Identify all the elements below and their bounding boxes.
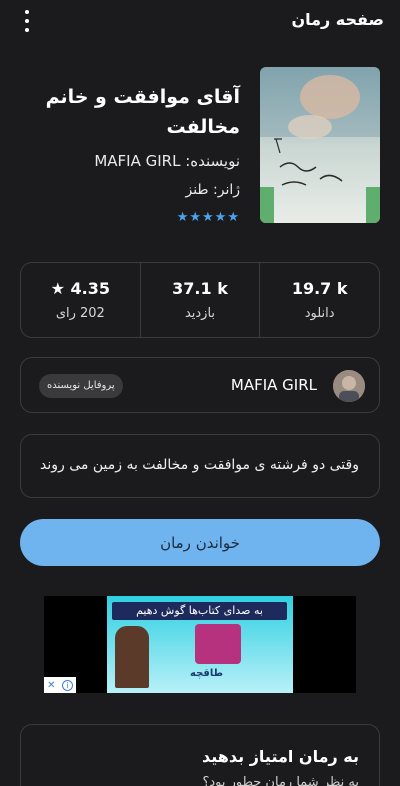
ad-brand-logo: طاقچه bbox=[190, 668, 223, 679]
page-title: صفحه رمان bbox=[291, 10, 384, 29]
book-title: آقای موافقت و خانم مخالفت bbox=[45, 86, 240, 138]
book-description: وقتی دو فرشته ی موافقت و مخالفت به زمین … bbox=[40, 457, 359, 473]
info-icon[interactable]: i bbox=[61, 679, 73, 691]
rating-value: ★ 4.35 bbox=[50, 279, 111, 298]
downloads-label: دانلود bbox=[304, 306, 335, 321]
author-profile-button[interactable]: پروفایل نویسنده bbox=[39, 374, 123, 398]
ad-creative[interactable]: به صدای کتاب‌ها گوش دهیم طاقچه bbox=[107, 596, 293, 693]
book-genre: ژانر: طنز bbox=[185, 182, 240, 198]
ad-photo bbox=[195, 624, 241, 664]
description-card: وقتی دو فرشته ی موافقت و مخالفت به زمین … bbox=[20, 434, 380, 498]
ad-choices[interactable]: ✕ i bbox=[44, 677, 76, 693]
stats-panel: 19.7 k دانلود 37.1 k بازدید ★ 4.35 202 ر… bbox=[20, 262, 380, 338]
ad-person-image bbox=[115, 626, 149, 688]
avatar-image bbox=[333, 370, 365, 402]
rate-subtitle: به نظر شما رمان جطور بود؟ bbox=[202, 775, 359, 786]
ad-headline: به صدای کتاب‌ها گوش دهیم bbox=[112, 602, 287, 620]
ad-banner[interactable]: به صدای کتاب‌ها گوش دهیم طاقچه ✕ i bbox=[44, 596, 356, 693]
book-cover-image bbox=[260, 67, 380, 223]
views-label: بازدید bbox=[184, 306, 216, 321]
cover-art bbox=[260, 67, 380, 223]
stat-downloads: 19.7 k دانلود bbox=[260, 263, 379, 337]
rating-stars: ★★★★★ bbox=[176, 210, 240, 225]
stat-views: 37.1 k بازدید bbox=[141, 263, 261, 337]
rate-title: به رمان امتیاز بدهید bbox=[202, 747, 359, 766]
author-card[interactable]: MAFIA GIRL پروفایل نویسنده bbox=[20, 357, 380, 413]
author-avatar[interactable] bbox=[333, 370, 365, 402]
downloads-value: 19.7 k bbox=[291, 279, 348, 298]
read-novel-button[interactable]: خواندن رمان bbox=[20, 519, 380, 566]
stat-rating: ★ 4.35 202 رای bbox=[21, 263, 141, 337]
views-value: 37.1 k bbox=[172, 279, 228, 298]
votes-label: 202 رای bbox=[55, 306, 105, 321]
author-name[interactable]: MAFIA GIRL bbox=[231, 376, 317, 394]
book-author: نویسنده: MAFIA GIRL bbox=[94, 152, 240, 170]
more-options-icon[interactable] bbox=[22, 10, 32, 32]
rate-card: به رمان امتیاز بدهید به نظر شما رمان جطو… bbox=[20, 724, 380, 786]
close-icon[interactable]: ✕ bbox=[47, 680, 55, 691]
top-app-bar: صفحه رمان bbox=[0, 0, 400, 40]
